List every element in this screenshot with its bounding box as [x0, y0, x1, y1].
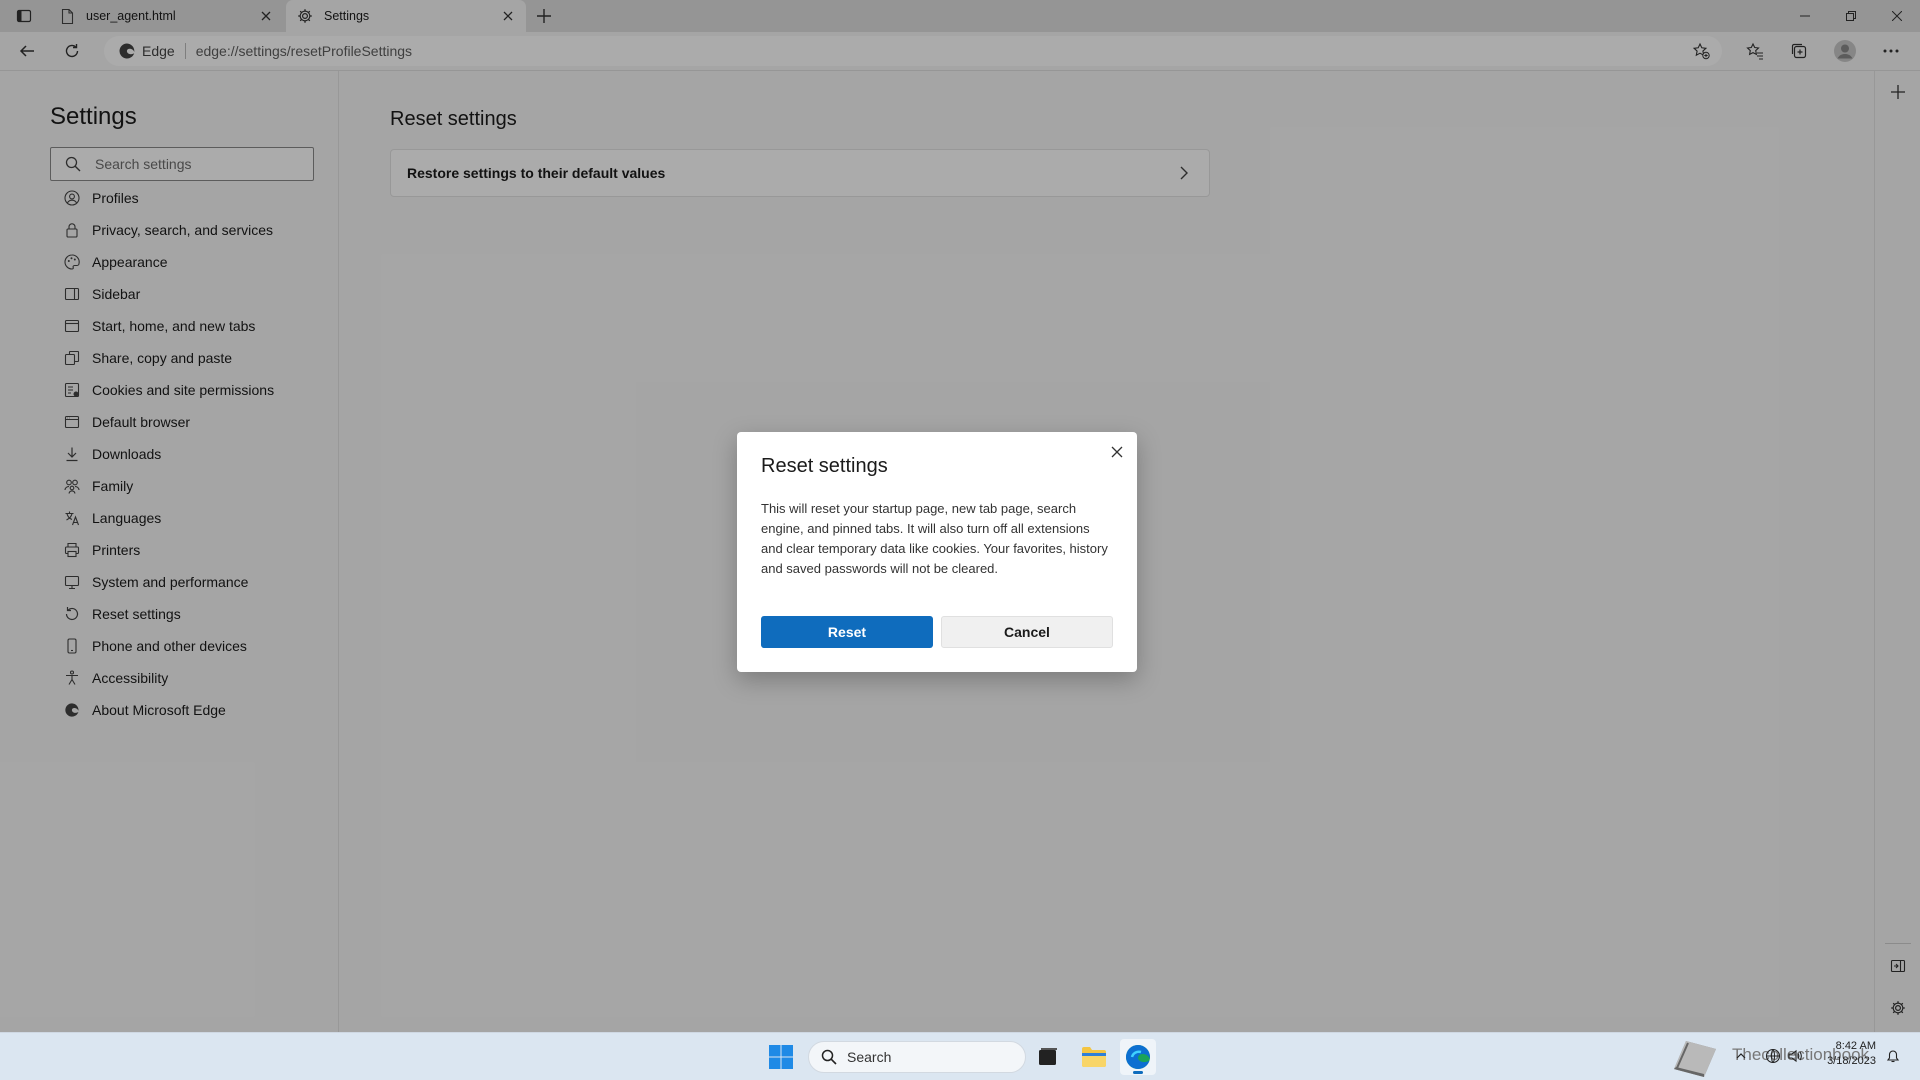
- reset-button[interactable]: Reset: [761, 616, 933, 648]
- file-explorer-button[interactable]: [1076, 1039, 1112, 1075]
- speaker-icon[interactable]: [1786, 1047, 1804, 1065]
- search-icon: [821, 1049, 837, 1065]
- task-view-button[interactable]: [1030, 1039, 1066, 1075]
- close-icon: [1111, 446, 1123, 458]
- edge-taskbar-button[interactable]: [1120, 1039, 1156, 1075]
- dialog-message: This will reset your startup page, new t…: [761, 501, 1108, 576]
- reset-settings-dialog: Reset settings This will reset your star…: [737, 432, 1137, 672]
- clock-time: 8:42 AM: [1835, 1040, 1876, 1052]
- notifications-icon[interactable]: [1884, 1047, 1902, 1065]
- network-icon[interactable]: [1764, 1047, 1782, 1065]
- folder-icon: [1082, 1047, 1106, 1067]
- dialog-close-button[interactable]: [1105, 440, 1129, 464]
- book-icon: [1674, 1041, 1716, 1077]
- windows-start-icon[interactable]: [768, 1044, 794, 1070]
- task-view-icon: [1039, 1048, 1057, 1065]
- windows-taskbar: Search Thecollectionbook 8:42 AM 3/18/20…: [0, 1032, 1920, 1080]
- edge-icon: [1125, 1045, 1150, 1069]
- clock-date: 3/18/2023: [1827, 1055, 1876, 1067]
- chevron-up-icon[interactable]: [1732, 1047, 1750, 1065]
- taskbar-search-label: Search: [847, 1049, 892, 1065]
- dialog-title: Reset settings: [761, 455, 888, 477]
- system-clock[interactable]: 8:42 AM 3/18/2023: [1820, 1039, 1876, 1069]
- taskbar-search[interactable]: Search: [808, 1041, 1026, 1073]
- cancel-button[interactable]: Cancel: [941, 616, 1113, 648]
